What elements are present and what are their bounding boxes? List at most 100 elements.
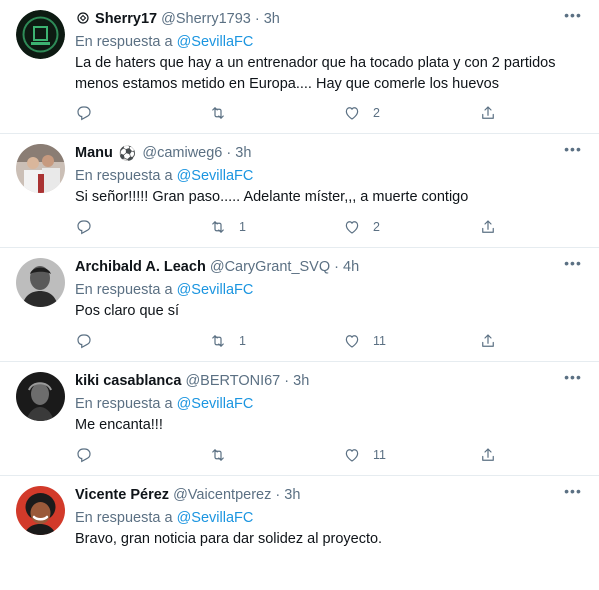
reply-prefix: En respuesta a <box>75 510 173 526</box>
share-icon <box>479 332 497 350</box>
user-handle[interactable]: @Sherry1793 <box>161 11 251 27</box>
timestamp[interactable]: 4h <box>343 259 359 275</box>
timestamp[interactable]: 3h <box>264 11 280 27</box>
replying-to-link[interactable]: @SevillaFC <box>177 396 254 412</box>
reply-context: En respuesta a @SevillaFC <box>75 507 587 529</box>
user-handle[interactable]: @CaryGrant_SVQ <box>210 259 330 275</box>
reply-prefix: En respuesta a <box>75 34 173 50</box>
tweet-actions: 11 <box>75 445 515 465</box>
share-button[interactable] <box>479 331 497 351</box>
tweet[interactable]: Archibald A. Leach @CaryGrant_SVQ · 4h •… <box>0 248 599 362</box>
tweet-header: Vicente Pérez @Vaicentperez · 3h ••• <box>75 484 587 506</box>
replying-to-link[interactable]: @SevillaFC <box>177 282 254 298</box>
reply-icon <box>75 332 93 350</box>
tweet-header: Manu ⚽ @camiweg6 · 3h ••• <box>75 142 587 164</box>
display-name[interactable]: Sherry17 <box>95 11 157 27</box>
reply-feed: Sherry17 @Sherry1793 · 3h ••• En respues… <box>0 0 599 547</box>
avatar[interactable] <box>16 486 65 535</box>
avatar[interactable] <box>16 372 65 421</box>
display-name[interactable]: Vicente Pérez <box>75 487 169 503</box>
tweet-header: Sherry17 @Sherry1793 · 3h ••• <box>75 8 587 30</box>
tweet[interactable]: kiki casablanca @BERTONI67 · 3h ••• En r… <box>0 362 599 476</box>
like-button[interactable]: 11 <box>343 445 386 465</box>
retweet-button[interactable]: 1 <box>209 217 246 237</box>
like-button[interactable]: 2 <box>343 217 380 237</box>
reply-context: En respuesta a @SevillaFC <box>75 279 587 301</box>
share-icon <box>479 218 497 236</box>
soccer-ball-icon: ⚽ <box>118 145 137 161</box>
badge-icon <box>77 8 89 30</box>
retweet-icon <box>209 104 227 122</box>
retweet-button[interactable]: 1 <box>209 331 246 351</box>
user-handle[interactable]: @camiweg6 <box>142 145 222 161</box>
heart-icon <box>343 332 361 350</box>
tweet[interactable]: Vicente Pérez @Vaicentperez · 3h ••• En … <box>0 476 599 590</box>
separator-dot: · <box>275 487 281 503</box>
tweet-header: Archibald A. Leach @CaryGrant_SVQ · 4h •… <box>75 256 587 278</box>
like-count: 11 <box>373 334 386 348</box>
replying-to-link[interactable]: @SevillaFC <box>177 168 254 184</box>
like-count: 2 <box>373 220 380 234</box>
more-options-icon[interactable]: ••• <box>563 370 583 390</box>
retweet-button[interactable] <box>209 103 239 123</box>
tweet-actions: 2 <box>75 103 515 123</box>
replying-to-link[interactable]: @SevillaFC <box>177 34 254 50</box>
separator-dot: · <box>334 259 340 275</box>
retweet-icon <box>209 332 227 350</box>
separator-dot: · <box>226 145 232 161</box>
reply-button[interactable] <box>75 217 105 237</box>
tweet-actions: 1 2 <box>75 217 515 237</box>
share-button[interactable] <box>479 103 497 123</box>
user-handle[interactable]: @BERTONI67 <box>185 373 280 389</box>
share-button[interactable] <box>479 445 497 465</box>
reply-context: En respuesta a @SevillaFC <box>75 165 587 187</box>
heart-icon <box>343 446 361 464</box>
reply-icon <box>75 104 93 122</box>
more-options-icon[interactable]: ••• <box>563 142 583 162</box>
tweet[interactable]: Manu ⚽ @camiweg6 · 3h ••• En respuesta a… <box>0 134 599 248</box>
retweet-count: 1 <box>239 220 246 234</box>
retweet-button[interactable] <box>209 445 239 465</box>
replying-to-link[interactable]: @SevillaFC <box>177 510 254 526</box>
tweet-text: Si señor!!!!! Gran paso..... Adelante mí… <box>75 189 469 205</box>
tweet-text: La de haters que hay a un entrenador que… <box>75 55 556 92</box>
retweet-icon <box>209 218 227 236</box>
like-button[interactable]: 2 <box>343 103 380 123</box>
more-options-icon[interactable]: ••• <box>563 484 583 504</box>
like-count: 2 <box>373 106 380 120</box>
reply-button[interactable] <box>75 103 105 123</box>
avatar[interactable] <box>16 144 65 193</box>
reply-prefix: En respuesta a <box>75 282 173 298</box>
reply-context: En respuesta a @SevillaFC <box>75 393 587 415</box>
avatar[interactable] <box>16 10 65 59</box>
heart-icon <box>343 218 361 236</box>
reply-prefix: En respuesta a <box>75 168 173 184</box>
reply-icon <box>75 218 93 236</box>
timestamp[interactable]: 3h <box>235 145 251 161</box>
display-name[interactable]: Manu <box>75 145 113 161</box>
reply-icon <box>75 446 93 464</box>
retweet-icon <box>209 446 227 464</box>
user-handle[interactable]: @Vaicentperez <box>173 487 271 503</box>
retweet-count: 1 <box>239 334 246 348</box>
share-button[interactable] <box>479 217 497 237</box>
more-options-icon[interactable]: ••• <box>563 256 583 276</box>
display-name[interactable]: kiki casablanca <box>75 373 181 389</box>
display-name[interactable]: Archibald A. Leach <box>75 259 206 275</box>
tweet-text: Pos claro que sí <box>75 303 179 319</box>
like-button[interactable]: 11 <box>343 331 386 351</box>
reply-context: En respuesta a @SevillaFC <box>75 31 587 53</box>
reply-button[interactable] <box>75 445 105 465</box>
timestamp[interactable]: 3h <box>293 373 309 389</box>
tweet-text: Me encanta!!! <box>75 417 163 433</box>
timestamp[interactable]: 3h <box>284 487 300 503</box>
reply-button[interactable] <box>75 331 105 351</box>
heart-icon <box>343 104 361 122</box>
like-count: 11 <box>373 448 386 462</box>
separator-dot: · <box>284 373 290 389</box>
tweet[interactable]: Sherry17 @Sherry1793 · 3h ••• En respues… <box>0 0 599 134</box>
share-icon <box>479 446 497 464</box>
separator-dot: · <box>254 11 260 27</box>
avatar[interactable] <box>16 258 65 307</box>
more-options-icon[interactable]: ••• <box>563 8 583 28</box>
